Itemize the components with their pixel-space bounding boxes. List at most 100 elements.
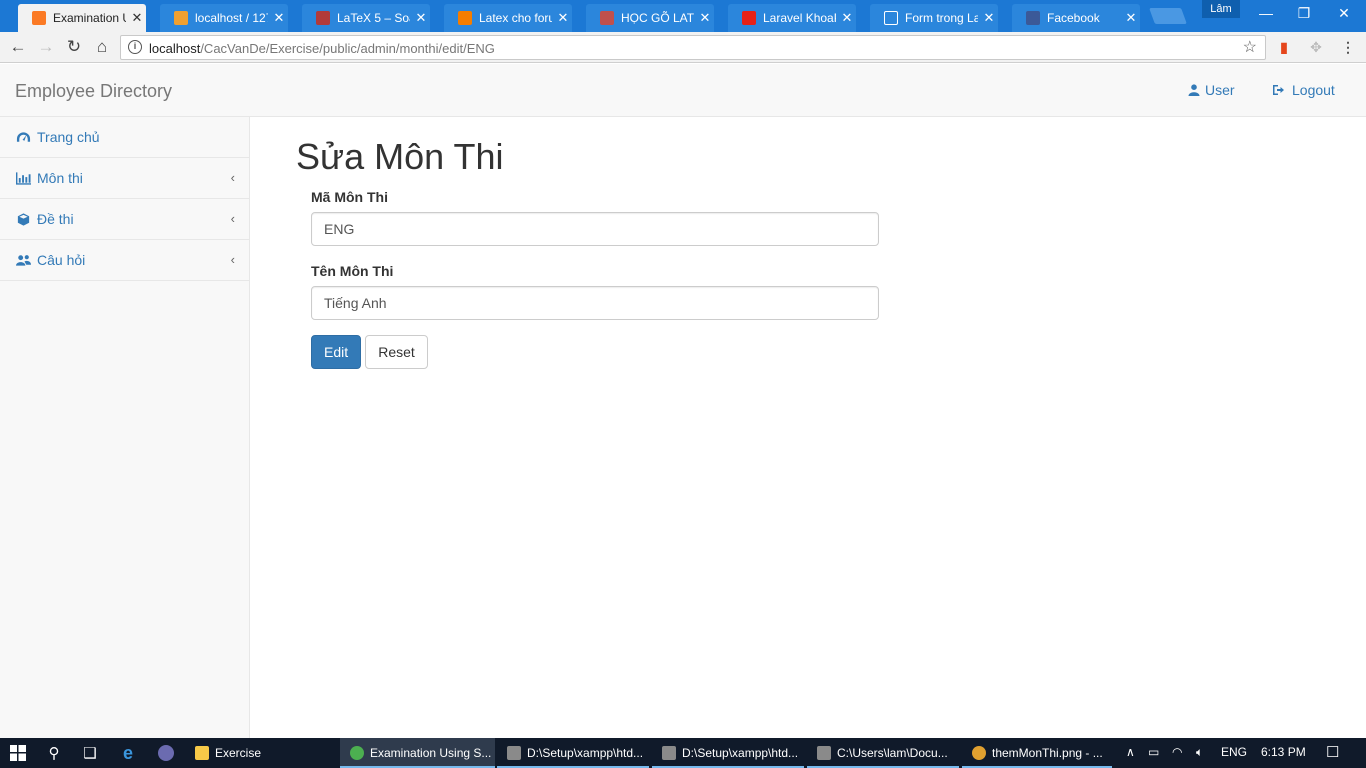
sidebar-item-cau-hoi[interactable]: Câu hỏi ‹ (0, 240, 249, 281)
browser-tab-strip: Examination Using S ✕ localhost / 127.0.… (0, 0, 1366, 32)
close-tab-icon[interactable]: ✕ (698, 10, 712, 26)
page-title: Sửa Môn Thi (296, 136, 504, 177)
users-icon (16, 254, 31, 266)
chevron-left-icon: ‹ (230, 211, 235, 226)
edit-button[interactable]: Edit (311, 335, 361, 369)
new-tab-button[interactable] (1149, 8, 1187, 24)
code-field-label: Mã Môn Thi (311, 189, 388, 205)
youtube-icon (742, 11, 756, 25)
taskbar-app[interactable]: D:\Setup\xampp\htd... (652, 738, 804, 768)
taskbar-app-label: D:\Setup\xampp\htd... (527, 746, 644, 760)
sign-out-icon (1273, 85, 1284, 95)
paint-icon (972, 746, 986, 760)
minimize-icon[interactable]: — (1246, 0, 1286, 28)
taskbar-app-label: D:\Setup\xampp\htd... (682, 746, 799, 760)
restore-icon[interactable]: ❐ (1284, 0, 1324, 28)
taskbar-app-label: Exercise (215, 746, 262, 760)
language-indicator[interactable]: ENG (1221, 745, 1247, 759)
logout-link[interactable]: Logout (1272, 82, 1335, 98)
name-field[interactable] (311, 286, 879, 320)
close-tab-icon[interactable]: ✕ (272, 10, 286, 26)
document-icon (884, 11, 898, 25)
browser-tab[interactable]: Laravel KhoaPham ✕ (722, 4, 862, 32)
chevron-up-icon[interactable]: ∧ (1126, 745, 1135, 759)
sidebar-item-label: Câu hỏi (37, 252, 86, 268)
tab-title: Examination Using S (53, 11, 126, 25)
battery-icon[interactable]: ▭ (1148, 745, 1159, 759)
main-content: Sửa Môn Thi Mã Môn Thi Tên Môn Thi Edit … (251, 117, 1366, 738)
sidebar-item-label: Trang chủ (37, 129, 100, 145)
taskbar-app-label: Examination Using S... (370, 746, 492, 760)
browser-tab[interactable]: Facebook ✕ (1006, 4, 1146, 32)
sidebar-item-label: Đề thi (37, 211, 74, 227)
user-link[interactable]: User (1188, 82, 1235, 98)
sublime-icon (662, 746, 676, 760)
phpmyadmin-icon (174, 11, 188, 25)
browser-tab[interactable]: localhost / 127.0.0.1 ✕ (154, 4, 294, 32)
bookmark-star-icon[interactable]: ☆ (1243, 37, 1257, 57)
windows-start-icon[interactable] (0, 738, 36, 768)
folder-icon (195, 746, 209, 760)
extension-icon[interactable]: ✥ (1307, 38, 1325, 56)
browser-tab[interactable]: Form trong Laravel ✕ (864, 4, 1004, 32)
close-tab-icon[interactable]: ✕ (982, 10, 996, 26)
wifi-icon[interactable]: ◠ (1172, 745, 1182, 759)
url-text[interactable]: localhost/CacVanDe/Exercise/public/admin… (149, 41, 495, 56)
notifications-icon[interactable]: ☐ (1326, 743, 1339, 761)
back-arrow-icon[interactable]: ← (6, 36, 30, 58)
close-tab-icon[interactable]: ✕ (1124, 10, 1138, 26)
sidebar: Trang chủ Môn thi ‹ Đề thi ‹ Câu hỏi ‹ (0, 117, 250, 738)
profile-button[interactable]: Lâm (1202, 0, 1240, 18)
browser-toolbar: ← → ↻ ⌂ i localhost/CacVanDe/Exercise/pu… (0, 32, 1366, 63)
menu-dots-icon[interactable]: ⋮ (1339, 38, 1357, 56)
taskbar-app[interactable]: themMonThi.png - ... (962, 738, 1112, 768)
forward-arrow-icon[interactable]: → (34, 36, 58, 58)
volume-icon[interactable]: 🔈︎ (1196, 745, 1203, 760)
reload-icon[interactable]: ↻ (62, 36, 86, 58)
search-icon[interactable]: ⚲ (36, 738, 72, 768)
home-icon[interactable]: ⌂ (90, 36, 114, 58)
office-icon[interactable]: ▮ (1275, 38, 1293, 56)
tab-title: HỌC GÕ LATEX (621, 11, 694, 25)
close-tab-icon[interactable]: ✕ (840, 10, 854, 26)
dashboard-icon (16, 131, 31, 142)
browser-tab[interactable]: Examination Using S ✕ (12, 4, 152, 32)
close-window-icon[interactable]: ✕ (1324, 0, 1364, 28)
taskbar-app[interactable]: Exercise (185, 738, 335, 768)
cube-icon (17, 212, 30, 226)
taskbar-app[interactable]: D:\Setup\xampp\htd... (497, 738, 649, 768)
chevron-left-icon: ‹ (230, 170, 235, 185)
blogger-icon (458, 11, 472, 25)
tab-title: Form trong Laravel (905, 11, 978, 25)
sidebar-item-mon-thi[interactable]: Môn thi ‹ (0, 158, 249, 199)
taskbar-app[interactable]: C:\Users\lam\Docu... (807, 738, 959, 768)
taskbar-app-label: themMonThi.png - ... (992, 746, 1103, 760)
sidebar-item-trang-chu[interactable]: Trang chủ (0, 117, 249, 158)
code-field[interactable] (311, 212, 879, 246)
edge-icon[interactable]: e (110, 738, 146, 768)
user-label: User (1205, 82, 1235, 98)
close-tab-icon[interactable]: ✕ (556, 10, 570, 26)
tab-title: LaTeX 5 – Soạn thảo (337, 11, 410, 25)
browser-tab[interactable]: HỌC GÕ LATEX ✕ (580, 4, 720, 32)
info-icon[interactable]: i (128, 40, 142, 54)
browser-tab[interactable]: LaTeX 5 – Soạn thảo ✕ (296, 4, 436, 32)
clock[interactable]: 6:13 PM (1261, 745, 1306, 759)
tab-title: Latex cho forum (479, 11, 552, 25)
app-pinned-icon[interactable] (148, 738, 184, 768)
sidebar-item-de-thi[interactable]: Đề thi ‹ (0, 199, 249, 240)
task-view-icon[interactable]: ❑ (72, 738, 108, 768)
logout-label: Logout (1292, 82, 1335, 98)
facebook-icon (1026, 11, 1040, 25)
sublime-icon (817, 746, 831, 760)
taskbar-app[interactable]: Examination Using S... (340, 738, 495, 768)
bar-chart-icon (16, 171, 31, 185)
sidebar-item-label: Môn thi (37, 170, 83, 186)
browser-tab[interactable]: Latex cho forum ✕ (438, 4, 578, 32)
reset-button[interactable]: Reset (365, 335, 428, 369)
latex-icon (316, 11, 330, 25)
brand-link[interactable]: Employee Directory (15, 81, 172, 102)
close-tab-icon[interactable]: ✕ (414, 10, 428, 26)
address-bar[interactable]: i localhost/CacVanDe/Exercise/public/adm… (120, 35, 1266, 60)
close-tab-icon[interactable]: ✕ (130, 10, 144, 26)
